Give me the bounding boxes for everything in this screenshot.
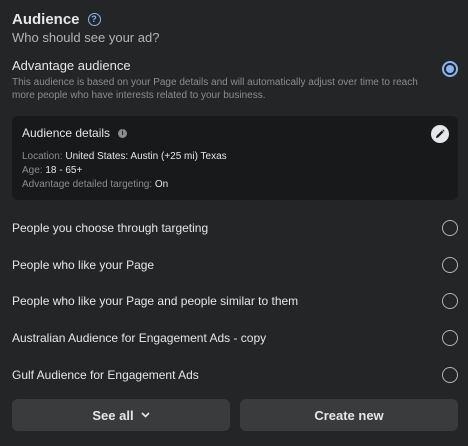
audience-details-card: Audience details i Location: United Stat… bbox=[12, 116, 458, 200]
advantage-audience-radio[interactable] bbox=[442, 61, 458, 77]
edit-audience-button[interactable] bbox=[431, 125, 449, 143]
create-new-button[interactable]: Create new bbox=[240, 399, 458, 431]
option-label-page-likes[interactable]: People who like your Page bbox=[12, 258, 154, 272]
age-label: Age: bbox=[22, 165, 43, 176]
option-radio-targeting[interactable] bbox=[442, 220, 458, 236]
location-value: United States: Austin (+25 mi) Texas bbox=[65, 151, 227, 162]
audience-title-row: Audience ? bbox=[12, 11, 101, 28]
pencil-icon bbox=[436, 129, 445, 138]
advantage-audience-description: This audience is based on your Page deta… bbox=[12, 77, 418, 101]
age-line: Age: 18 - 65+ bbox=[22, 165, 82, 176]
option-label-australian-audience[interactable]: Australian Audience for Engagement Ads -… bbox=[12, 331, 266, 345]
see-all-button[interactable]: See all bbox=[12, 399, 230, 431]
audience-details-header: Audience details i bbox=[22, 126, 128, 140]
option-radio-gulf-audience[interactable] bbox=[442, 367, 458, 383]
option-radio-page-likes-similar[interactable] bbox=[442, 293, 458, 309]
location-line: Location: United States: Austin (+25 mi)… bbox=[22, 151, 227, 162]
targeting-line: Advantage detailed targeting: On bbox=[22, 179, 168, 190]
targeting-value: On bbox=[154, 179, 169, 190]
radio-selected-dot bbox=[446, 65, 454, 73]
option-label-page-likes-similar[interactable]: People who like your Page and people sim… bbox=[12, 294, 298, 308]
create-new-label: Create new bbox=[314, 407, 384, 423]
option-radio-page-likes[interactable] bbox=[442, 257, 458, 273]
option-label-gulf-audience[interactable]: Gulf Audience for Engagement Ads bbox=[12, 368, 199, 382]
page-subtitle: Who should see your ad? bbox=[12, 30, 160, 45]
see-all-label: See all bbox=[92, 407, 134, 423]
info-icon[interactable]: i bbox=[118, 128, 128, 138]
location-label: Location: bbox=[22, 151, 63, 162]
option-radio-australian-audience[interactable] bbox=[442, 330, 458, 346]
audience-details-title: Audience details bbox=[22, 126, 111, 140]
advantage-audience-label: Advantage audience bbox=[12, 58, 131, 73]
page-title: Audience bbox=[12, 11, 80, 28]
chevron-down-icon bbox=[141, 412, 150, 418]
option-label-targeting[interactable]: People you choose through targeting bbox=[12, 221, 208, 235]
targeting-label: Advantage detailed targeting: bbox=[22, 179, 153, 190]
age-value: 18 - 65+ bbox=[45, 165, 83, 176]
info-icon[interactable]: ? bbox=[87, 13, 101, 26]
